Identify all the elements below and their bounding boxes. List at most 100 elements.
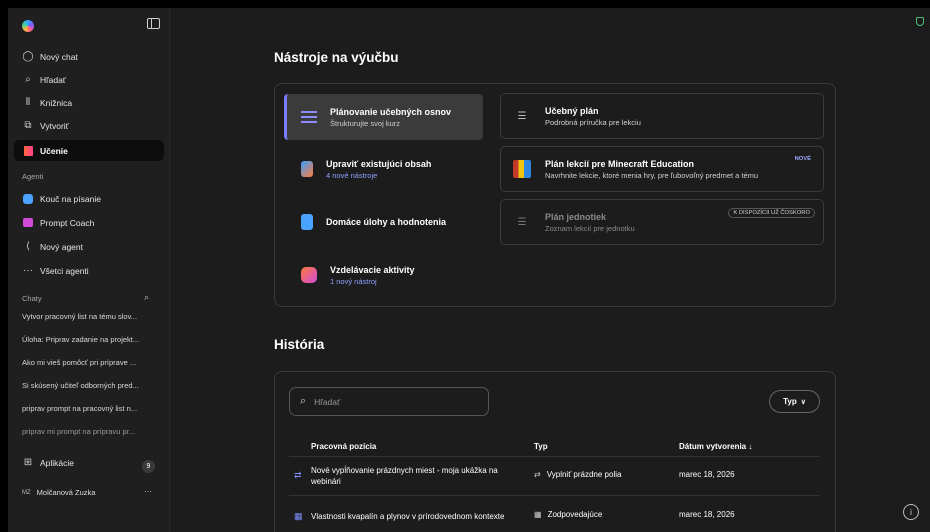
chat-item[interactable]: Si skúsený učiteľ odborných pred...	[22, 381, 170, 390]
row-name[interactable]: Nové vypĺňovanie prázdnych miest - moja …	[311, 463, 526, 489]
nav-learning[interactable]: Učenie	[14, 140, 164, 161]
list-icon: ☰	[517, 216, 527, 228]
list-icon	[301, 109, 317, 125]
agent-label: Nový agent	[40, 241, 83, 252]
row-type: ⇄ Vyplniť prázdne polia	[534, 470, 621, 479]
tool-title: Plánovanie učebných osnov	[330, 106, 452, 117]
tool-homework[interactable]: Domáce úlohy a hodnotenia	[301, 212, 446, 232]
search-icon: ⌕	[25, 74, 31, 85]
column-header-date[interactable]: Dátum vytvorenia ↓	[679, 442, 752, 451]
tool-subtitle: 1 nový nástroj	[330, 276, 377, 286]
user-more-button[interactable]: ···	[144, 487, 152, 496]
chat-bubble-icon: ◯	[22, 51, 34, 62]
column-header-type[interactable]: Typ	[534, 442, 548, 451]
row-type-label: Zodpovedajúce	[547, 510, 603, 519]
edit-content-icon	[301, 161, 313, 177]
tool-activities[interactable]: Vzdelávacie aktivity 1 nový nástroj	[301, 260, 415, 290]
row-name[interactable]: Vlastnosti kvapalín a plynov v prírodove…	[311, 503, 526, 529]
new-badge: NOVÉ	[794, 156, 811, 162]
tool-title: Vzdelávacie aktivity	[330, 264, 415, 275]
agents-heading: Agenti	[22, 172, 44, 181]
avatar: MZ	[22, 489, 31, 496]
user-profile[interactable]: MZ Molčanová Zuzka	[22, 488, 95, 497]
activities-icon	[301, 267, 317, 283]
divider	[289, 456, 820, 457]
book-icon	[22, 145, 34, 157]
agent-label: Prompt Coach	[40, 217, 95, 228]
card-subtitle: Navrhnite lekcie, ktoré menia hry, pre ľ…	[545, 170, 759, 180]
chat-item[interactable]: priprav mi prompt na prípravu pr...	[22, 427, 170, 436]
card-title: Učebný plán	[545, 105, 599, 116]
chevron-down-icon: ∨	[800, 398, 806, 406]
tool-curriculum-planning[interactable]: Plánovanie učebných osnov Štrukturujte s…	[284, 94, 483, 140]
column-header-name[interactable]: Pracovná pozícia	[311, 442, 376, 451]
tools-title: Nástroje na výučbu	[274, 50, 399, 65]
tool-subtitle: 4 nové nástroje	[326, 170, 378, 180]
type-filter-label: Typ	[783, 397, 797, 406]
nav-label: Učenie	[40, 145, 68, 156]
nav-label: Aplikácie	[40, 457, 75, 468]
nav-label: Hľadať	[40, 74, 66, 85]
card-title: Plán jednotiek	[545, 211, 607, 222]
chats-search-icon[interactable]: ⌕	[144, 292, 149, 303]
history-title: História	[274, 337, 325, 352]
type-filter-button[interactable]: Typ ∨	[769, 390, 820, 413]
chat-item[interactable]: priprav prompt na pracovný list n...	[22, 404, 170, 413]
agent-all[interactable]: ··· Všetci agenti	[14, 260, 164, 281]
list-icon: ☰	[517, 110, 527, 122]
more-icon: ···	[23, 265, 33, 276]
fill-blanks-icon: ⇄	[294, 470, 302, 480]
chat-item[interactable]: Úloha: Priprav zadanie na projekt...	[22, 335, 170, 344]
coming-soon-badge: K DISPOZÍCII UŽ ČOSKORO	[728, 208, 815, 218]
matching-icon: ▦	[294, 511, 303, 521]
copilot-logo-icon[interactable]	[22, 20, 34, 32]
history-search-input[interactable]: ⌕ Hľadať	[289, 387, 489, 416]
row-date: marec 18, 2026	[679, 470, 735, 479]
card-minecraft[interactable]: Plán lekcií pre Minecraft Education Navr…	[500, 146, 824, 192]
fill-blanks-icon: ⇄	[534, 470, 541, 479]
search-placeholder: Hľadať	[314, 396, 341, 407]
collapse-sidebar-icon[interactable]	[147, 18, 160, 29]
card-subtitle: Zoznam lekcií pre jednotku	[545, 223, 635, 233]
agent-label: Všetci agenti	[40, 265, 89, 276]
prompt-coach-icon	[22, 217, 34, 229]
nav-label: Vytvoriť	[40, 120, 69, 131]
agent-writing-coach[interactable]: Kouč na písanie	[14, 188, 164, 209]
row-type-label: Vyplniť prázdne polia	[546, 470, 622, 479]
chat-item[interactable]: Vytvor pracovný list na tému slov...	[22, 312, 170, 321]
shield-icon[interactable]	[916, 17, 924, 26]
tool-edit-content[interactable]: Upraviť existujúci obsah 4 nové nástroje	[301, 154, 431, 184]
nav-create[interactable]: ⧉ Vytvoriť	[14, 115, 164, 136]
card-title: Plán lekcií pre Minecraft Education	[545, 158, 695, 169]
matching-icon: ▦	[534, 510, 542, 519]
apps-count-badge: 9	[142, 460, 155, 473]
chats-heading: Chaty	[22, 294, 42, 303]
agent-prompt-coach[interactable]: Prompt Coach	[14, 212, 164, 233]
info-icon[interactable]: i	[903, 504, 919, 520]
nav-new-chat[interactable]: ◯ Nový chat	[14, 46, 164, 67]
nav-label: Nový chat	[40, 51, 78, 62]
divider	[289, 495, 820, 496]
writing-coach-icon	[22, 193, 34, 205]
agent-new[interactable]: ⟨ Nový agent	[14, 236, 164, 257]
nav-apps[interactable]: ⊞ Aplikácie	[14, 452, 164, 473]
create-icon: ⧉	[24, 120, 32, 131]
search-icon: ⌕	[300, 395, 307, 407]
nav-library[interactable]: ⫴ Knižnica	[14, 92, 164, 113]
minecraft-icon	[513, 160, 531, 178]
user-name: Molčanová Zuzka	[36, 488, 96, 497]
sidebar: ◯ Nový chat ⌕ Hľadať ⫴ Knižnica ⧉ Vytvor…	[8, 8, 170, 532]
card-lesson-plan[interactable]: ☰ Učebný plán Podrobná príručka pre lekc…	[500, 93, 824, 139]
library-icon: ⫴	[25, 97, 31, 108]
tool-title: Domáce úlohy a hodnotenia	[326, 217, 447, 227]
chat-item[interactable]: Ako mi vieš pomôcť pri príprave ...	[22, 358, 170, 367]
agent-label: Kouč na písanie	[40, 193, 101, 204]
card-subtitle: Podrobná príručka pre lekciu	[545, 117, 641, 127]
apps-grid-icon: ⊞	[23, 457, 33, 468]
row-date: marec 18, 2026	[679, 510, 735, 519]
nav-search[interactable]: ⌕ Hľadať	[14, 69, 164, 90]
card-unit-plan: ☰ Plán jednotiek Zoznam lekcií pre jedno…	[500, 199, 824, 245]
new-agent-icon: ⟨	[26, 241, 30, 252]
row-type: ▦ Zodpovedajúce	[534, 510, 602, 519]
document-icon	[301, 214, 313, 230]
